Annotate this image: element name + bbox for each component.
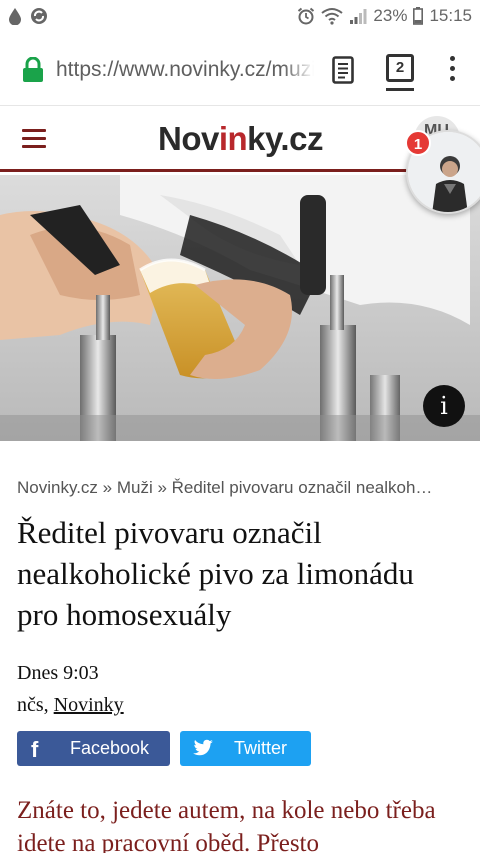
source-link[interactable]: Novinky — [54, 694, 124, 716]
image-info-button[interactable]: i — [423, 385, 465, 427]
hero-image — [0, 175, 480, 441]
url-field[interactable]: https://www.novinky.cz/muzi — [56, 58, 314, 82]
battery-percent: 23% — [373, 6, 408, 25]
site-logo[interactable]: Novinky.cz — [158, 120, 323, 158]
lock-icon — [23, 57, 43, 82]
beer-tap-photo — [0, 175, 480, 441]
article-date: Dnes 9:03 — [17, 662, 99, 684]
alarm-icon — [298, 7, 315, 25]
twitter-label: Twitter — [234, 738, 288, 758]
hamburger-menu-icon[interactable] — [22, 129, 46, 149]
browser-toolbar: https://www.novinky.cz/muzi 2 — [0, 34, 480, 106]
article-title: Ředitel pivovaru označil nealkoholické p… — [17, 515, 414, 632]
article-lead: Znáte to, jedete autem, na kole nebo tře… — [17, 797, 436, 853]
notification-badge: 1 — [405, 130, 431, 156]
share-facebook-button[interactable]: f Facebook — [17, 731, 170, 766]
facebook-label: Facebook — [70, 738, 150, 758]
status-bar: 23% 15:15 — [0, 0, 480, 34]
browser-menu-icon[interactable] — [444, 56, 460, 82]
reader-mode-icon[interactable] — [332, 56, 354, 84]
signal-icon — [350, 9, 367, 24]
tab-switcher-underline — [386, 88, 414, 91]
water-drop-icon — [9, 8, 21, 25]
article-author: nčs, Novinky — [17, 694, 124, 717]
breadcrumb[interactable]: Novinky.cz » Muži » Ředitel pivovaru ozn… — [17, 478, 467, 498]
battery-icon — [413, 7, 424, 25]
share-twitter-button[interactable]: Twitter — [180, 731, 311, 766]
author-initials: nčs, — [17, 694, 54, 716]
wifi-icon — [321, 8, 344, 25]
clock: 15:15 — [429, 6, 472, 25]
facebook-icon: f — [31, 737, 39, 762]
twitter-bird-icon — [193, 739, 213, 756]
tab-switcher-button[interactable]: 2 — [386, 54, 414, 82]
sync-icon — [31, 8, 47, 24]
